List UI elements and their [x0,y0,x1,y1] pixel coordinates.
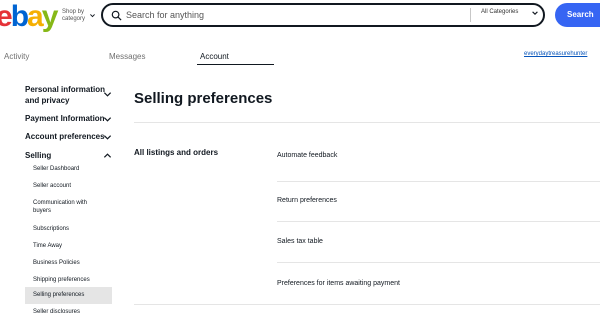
shop-by-category-button[interactable]: Shop by category [62,9,85,23]
sidebar-item-selling-preferences[interactable]: Selling preferences [25,287,112,304]
logo-letter: a [27,0,44,33]
search-icon [111,10,122,21]
divider [470,8,471,22]
sidebar-item-time-away[interactable]: Time Away [25,242,112,250]
tab-messages[interactable]: Messages [109,52,145,61]
sidebar-item-seller-account[interactable]: Seller account [25,182,112,190]
search-input[interactable] [126,7,446,23]
logo-letter: e [0,0,13,33]
ebay-logo[interactable]: ebay [0,0,59,33]
sidebar-item-label: buyers [33,208,52,214]
sidebar-item-seller-dashboard[interactable]: Seller Dashboard [25,165,112,173]
pref-row-items-awaiting-payment[interactable]: Preferences for items awaiting payment [277,280,400,287]
chevron-down-icon[interactable] [89,12,96,19]
logo-letter: y [41,0,59,33]
sidebar-item-subscriptions[interactable]: Subscriptions [25,225,112,233]
pref-row-sales-tax-table[interactable]: Sales tax table [277,238,323,245]
chevron-down-icon[interactable] [103,90,112,99]
sidebar-group-account-preferences[interactable]: Account preferences [25,131,105,142]
sidebar-item-shipping-preferences[interactable]: Shipping preferences [25,276,112,284]
category-label: category [62,16,86,22]
search-bar: All Categories [101,3,545,27]
divider [134,304,600,305]
shop-by-label: Shop by [62,9,85,15]
sidebar-group-personal-info[interactable]: Personal information and privacy [25,84,105,106]
pref-row-automate-feedback[interactable]: Automate feedback [277,152,337,159]
search-button[interactable]: Search [555,3,600,27]
sidebar-group-label: and privacy [25,96,70,105]
tab-activity[interactable]: Activity [4,52,29,61]
divider [134,122,600,123]
category-select[interactable]: All Categories [481,9,518,15]
chevron-down-icon[interactable] [531,9,539,17]
sidebar-item-business-policies[interactable]: Business Policies [25,259,112,267]
active-tab-indicator [197,64,274,65]
pref-row-return-preferences[interactable]: Return preferences [277,197,337,204]
sidebar-item-seller-disclosures[interactable]: Seller disclosures [25,308,112,316]
divider [277,181,600,182]
divider [277,262,600,263]
sidebar-group-payment[interactable]: Payment Information [25,113,105,124]
page-title: Selling preferences [134,90,273,107]
chevron-down-icon[interactable] [103,115,112,124]
username-link[interactable]: everydaytreasurehunter [524,51,587,57]
sidebar-group-label: Personal information [25,85,106,94]
sidebar-item-communication[interactable]: Communication with buyers [25,199,112,215]
divider [277,221,600,222]
logo-letter: b [10,0,29,33]
chevron-up-icon[interactable] [103,151,112,160]
sidebar-item-label: Communication with [33,200,88,206]
tab-account[interactable]: Account [200,52,229,61]
sidebar-group-selling[interactable]: Selling [25,150,51,161]
chevron-down-icon[interactable] [103,133,112,142]
section-title: All listings and orders [134,148,219,157]
